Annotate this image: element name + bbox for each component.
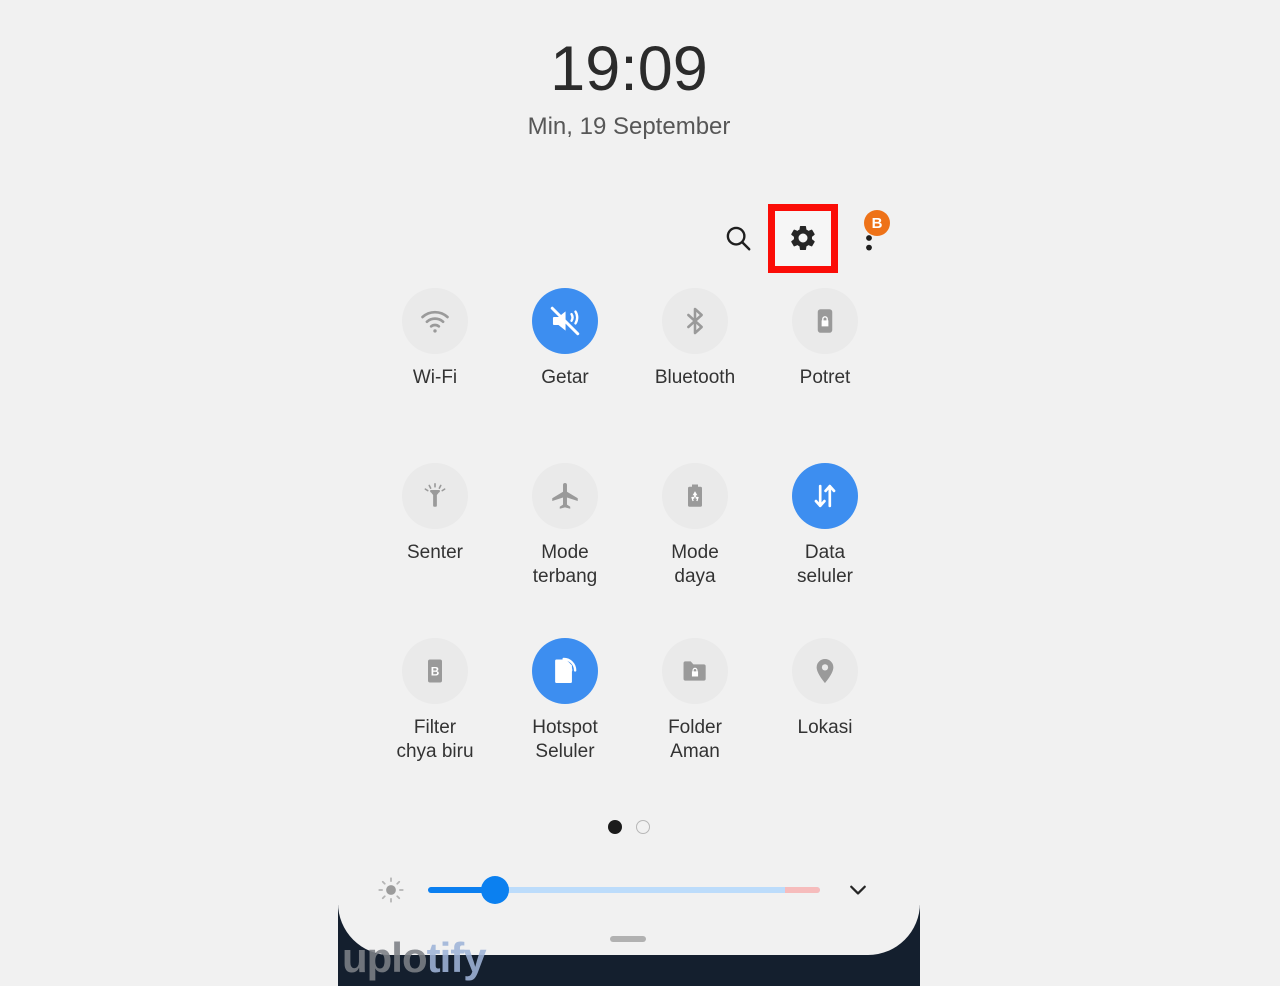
secure-folder-icon [679,655,711,687]
tile-icon-container [402,288,468,354]
brightness-icon [370,869,412,911]
tile-icon-container [792,288,858,354]
search-icon [723,223,753,253]
tile-label: Data seluler [797,542,853,587]
settings-button[interactable] [780,215,826,261]
tile-icon-container [662,638,728,704]
blue-light-filter-icon: B [420,656,450,686]
tile-label: Mode terbang [532,542,598,587]
gear-icon [788,223,818,253]
watermark-part-two: tify [426,934,487,981]
flashlight-icon [420,481,450,511]
status-badge: B [864,210,890,236]
tile-label: Potret [799,367,851,388]
tile-hotspot-seluler[interactable]: Hotspot Seluler [500,638,630,813]
search-button[interactable] [715,215,761,261]
vibrate-icon [548,304,582,338]
tile-wifi[interactable]: Wi-Fi [370,288,500,463]
tile-bluetooth[interactable]: Bluetooth [630,288,760,463]
tile-icon-container [792,638,858,704]
panel-header-actions: B [700,204,920,274]
tile-label: Getar [541,367,589,388]
clock-block: 19:09 Min, 19 September [338,32,920,142]
tile-label: Folder Aman [668,717,722,762]
tile-icon-container [662,463,728,529]
tile-lokasi[interactable]: Lokasi [760,638,890,813]
clock-date: Min, 19 September [527,113,731,140]
tile-icon-container: B [402,638,468,704]
tile-label: Wi-Fi [412,367,458,388]
quick-settings-row: Wi-Fi Getar Bluetooth Potret [370,288,890,463]
watermark-part-one: uplo [342,934,428,981]
tile-label: Filter chya biru [396,717,474,762]
clock-time: 19:09 [550,34,708,104]
tile-mode-terbang[interactable]: Mode terbang [500,463,630,638]
tile-folder-aman[interactable]: Folder Aman [630,638,760,813]
quick-settings-row: B Filter chya biru Hotspot Seluler Folde… [370,638,890,813]
page-dot-2[interactable] [636,820,650,834]
mobile-data-icon [809,480,841,512]
rotation-lock-icon [810,306,840,336]
bluetooth-icon [679,305,711,337]
quick-settings-grid: Wi-Fi Getar Bluetooth Potret Senter Mode… [370,288,890,813]
watermark: uplotify [342,934,487,982]
tile-label: Senter [407,542,463,563]
tile-icon-container [532,288,598,354]
tile-icon-container [532,463,598,529]
expand-panel-button[interactable] [836,868,880,912]
tile-label: Bluetooth [654,367,736,388]
tile-label: Lokasi [797,717,853,738]
hotspot-icon [549,655,581,687]
airplane-icon [548,479,582,513]
tile-potret[interactable]: Potret [760,288,890,463]
location-icon [810,656,840,686]
chevron-down-icon [845,877,871,903]
page-background-left [0,0,338,986]
tile-filter-cahaya-biru[interactable]: B Filter chya biru [370,638,500,813]
panel-drag-handle[interactable] [610,936,646,942]
tile-getar[interactable]: Getar [500,288,630,463]
tile-icon-container [662,288,728,354]
tile-icon-container [402,463,468,529]
brightness-control [370,868,880,912]
tile-senter[interactable]: Senter [370,463,500,638]
page-indicator [338,820,920,834]
tile-data-seluler[interactable]: Data seluler [760,463,890,638]
svg-text:B: B [431,665,440,679]
tile-mode-daya[interactable]: Mode daya [630,463,760,638]
brightness-slider[interactable] [428,869,820,911]
page-background-right [920,0,1280,986]
tile-icon-container [532,638,598,704]
quick-settings-row: Senter Mode terbang Mode daya Data selul… [370,463,890,638]
tile-label: Hotspot Seluler [532,717,598,762]
page-dot-1[interactable] [608,820,622,834]
wifi-icon [418,304,452,338]
tile-label: Mode daya [671,542,719,587]
slider-warning-zone [784,887,820,893]
slider-thumb[interactable] [480,876,509,904]
tile-icon-container [792,463,858,529]
quick-settings-panel: 19:09 Min, 19 September B Wi-Fi Getar Bl… [0,0,1280,986]
power-saving-icon [680,481,710,511]
